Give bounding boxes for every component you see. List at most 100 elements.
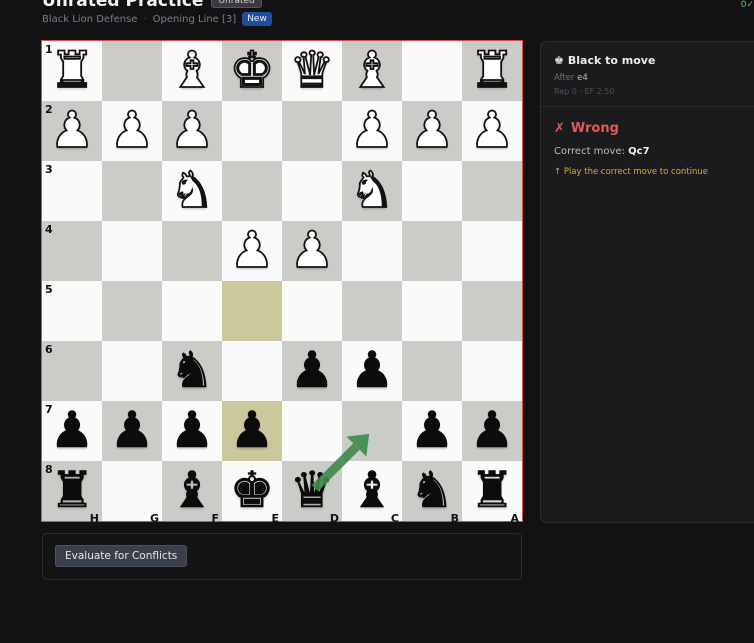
square-g5[interactable]: [102, 281, 162, 341]
white-knight-piece[interactable]: ♞: [349, 164, 396, 216]
white-bishop-piece[interactable]: ♝: [169, 44, 216, 96]
square-e5[interactable]: [222, 281, 282, 341]
square-c4[interactable]: [342, 221, 402, 281]
square-d3[interactable]: [282, 161, 342, 221]
square-a5[interactable]: [462, 281, 522, 341]
square-f2[interactable]: ♟: [162, 101, 222, 161]
square-e7[interactable]: ♟: [222, 401, 282, 461]
square-h3[interactable]: 3: [42, 161, 102, 221]
square-c5[interactable]: [342, 281, 402, 341]
square-h2[interactable]: ♟ 2: [42, 101, 102, 161]
white-pawn-piece[interactable]: ♟: [49, 104, 96, 156]
square-c3[interactable]: ♞: [342, 161, 402, 221]
white-pawn-piece[interactable]: ♟: [469, 104, 516, 156]
file-label: E: [271, 512, 279, 525]
square-g8[interactable]: G: [102, 461, 162, 525]
black-knight-piece[interactable]: ♞: [409, 465, 454, 516]
square-h4[interactable]: 4: [42, 221, 102, 281]
square-b8[interactable]: ♞ B: [402, 461, 462, 525]
square-f7[interactable]: ♟: [162, 401, 222, 461]
square-c2[interactable]: ♟: [342, 101, 402, 161]
square-e6[interactable]: [222, 341, 282, 401]
square-h6[interactable]: 6: [42, 341, 102, 401]
square-d7[interactable]: [282, 401, 342, 461]
square-c7[interactable]: [342, 401, 402, 461]
square-e4[interactable]: ♟: [222, 221, 282, 281]
square-b6[interactable]: [402, 341, 462, 401]
white-pawn-piece[interactable]: ♟: [169, 104, 216, 156]
evaluate-conflicts-button[interactable]: Evaluate for Conflicts: [55, 545, 188, 567]
square-d8[interactable]: ♛ D: [282, 461, 342, 525]
square-f5[interactable]: [162, 281, 222, 341]
square-e2[interactable]: [222, 101, 282, 161]
black-queen-piece[interactable]: ♛: [289, 465, 334, 516]
square-f6[interactable]: ♞: [162, 341, 222, 401]
white-pawn-piece[interactable]: ♟: [289, 224, 336, 276]
white-pawn-piece[interactable]: ♟: [229, 224, 276, 276]
black-king-piece[interactable]: ♚: [229, 465, 274, 516]
square-g2[interactable]: ♟: [102, 101, 162, 161]
square-a2[interactable]: ♟: [462, 101, 522, 161]
square-d4[interactable]: ♟: [282, 221, 342, 281]
square-g6[interactable]: [102, 341, 162, 401]
square-f8[interactable]: ♝ F: [162, 461, 222, 525]
square-a3[interactable]: [462, 161, 522, 221]
black-bishop-piece[interactable]: ♝: [169, 465, 214, 516]
white-rook-piece[interactable]: ♜: [49, 44, 96, 96]
square-f4[interactable]: [162, 221, 222, 281]
black-rook-piece[interactable]: ♜: [469, 465, 514, 516]
square-b1[interactable]: [402, 41, 462, 101]
square-d6[interactable]: ♟: [282, 341, 342, 401]
black-rook-piece[interactable]: ♜: [49, 465, 94, 516]
black-pawn-piece[interactable]: ♟: [409, 405, 454, 456]
square-c6[interactable]: ♟: [342, 341, 402, 401]
square-g1[interactable]: [102, 41, 162, 101]
black-bishop-piece[interactable]: ♝: [349, 465, 394, 516]
square-a8[interactable]: ♜ A: [462, 461, 522, 525]
square-d1[interactable]: ♛: [282, 41, 342, 101]
white-rook-piece[interactable]: ♜: [469, 44, 516, 96]
white-pawn-piece[interactable]: ♟: [349, 104, 396, 156]
black-pawn-piece[interactable]: ♟: [289, 345, 334, 396]
black-pawn-piece[interactable]: ♟: [49, 405, 94, 456]
square-b5[interactable]: [402, 281, 462, 341]
black-pawn-piece[interactable]: ♟: [469, 405, 514, 456]
square-b3[interactable]: [402, 161, 462, 221]
square-g7[interactable]: ♟: [102, 401, 162, 461]
white-bishop-piece[interactable]: ♝: [349, 44, 396, 96]
square-h5[interactable]: 5: [42, 281, 102, 341]
square-f1[interactable]: ♝: [162, 41, 222, 101]
square-a4[interactable]: [462, 221, 522, 281]
square-b2[interactable]: ♟: [402, 101, 462, 161]
square-e1[interactable]: ♚: [222, 41, 282, 101]
white-knight-piece[interactable]: ♞: [169, 164, 216, 216]
black-knight-piece[interactable]: ♞: [169, 345, 214, 396]
square-a6[interactable]: [462, 341, 522, 401]
rank-label: 8: [45, 463, 53, 476]
square-c8[interactable]: ♝ C: [342, 461, 402, 525]
square-d5[interactable]: [282, 281, 342, 341]
black-pawn-piece[interactable]: ♟: [109, 405, 154, 456]
square-f3[interactable]: ♞: [162, 161, 222, 221]
square-h7[interactable]: ♟ 7: [42, 401, 102, 461]
square-a1[interactable]: ♜: [462, 41, 522, 101]
white-queen-piece[interactable]: ♛: [289, 44, 336, 96]
square-c1[interactable]: ♝: [342, 41, 402, 101]
square-g3[interactable]: [102, 161, 162, 221]
chess-board[interactable]: ♜ 1 ♝ ♚ ♛ ♝ ♜ ♟ 2 ♟ ♟ ♟ ♟ ♟ 3 ♞ ♞ 4 ♟ ♟ 5 6 ♞ ♟ ♟ ♟ 7 ♟ ♟ ♟ ♟ ♟ ♜ 8 H G ♝ F ♚ E…: [41, 40, 523, 525]
square-h1[interactable]: ♜ 1: [42, 41, 102, 101]
square-e8[interactable]: ♚ E: [222, 461, 282, 525]
white-pawn-piece[interactable]: ♟: [109, 104, 156, 156]
white-pawn-piece[interactable]: ♟: [409, 104, 456, 156]
square-a7[interactable]: ♟: [462, 401, 522, 461]
black-pawn-piece[interactable]: ♟: [229, 405, 274, 456]
square-b4[interactable]: [402, 221, 462, 281]
black-pawn-piece[interactable]: ♟: [349, 345, 394, 396]
white-king-piece[interactable]: ♚: [229, 44, 276, 96]
square-g4[interactable]: [102, 221, 162, 281]
square-b7[interactable]: ♟: [402, 401, 462, 461]
black-pawn-piece[interactable]: ♟: [169, 405, 214, 456]
square-d2[interactable]: [282, 101, 342, 161]
square-e3[interactable]: [222, 161, 282, 221]
square-h8[interactable]: ♜ 8 H: [42, 461, 102, 525]
